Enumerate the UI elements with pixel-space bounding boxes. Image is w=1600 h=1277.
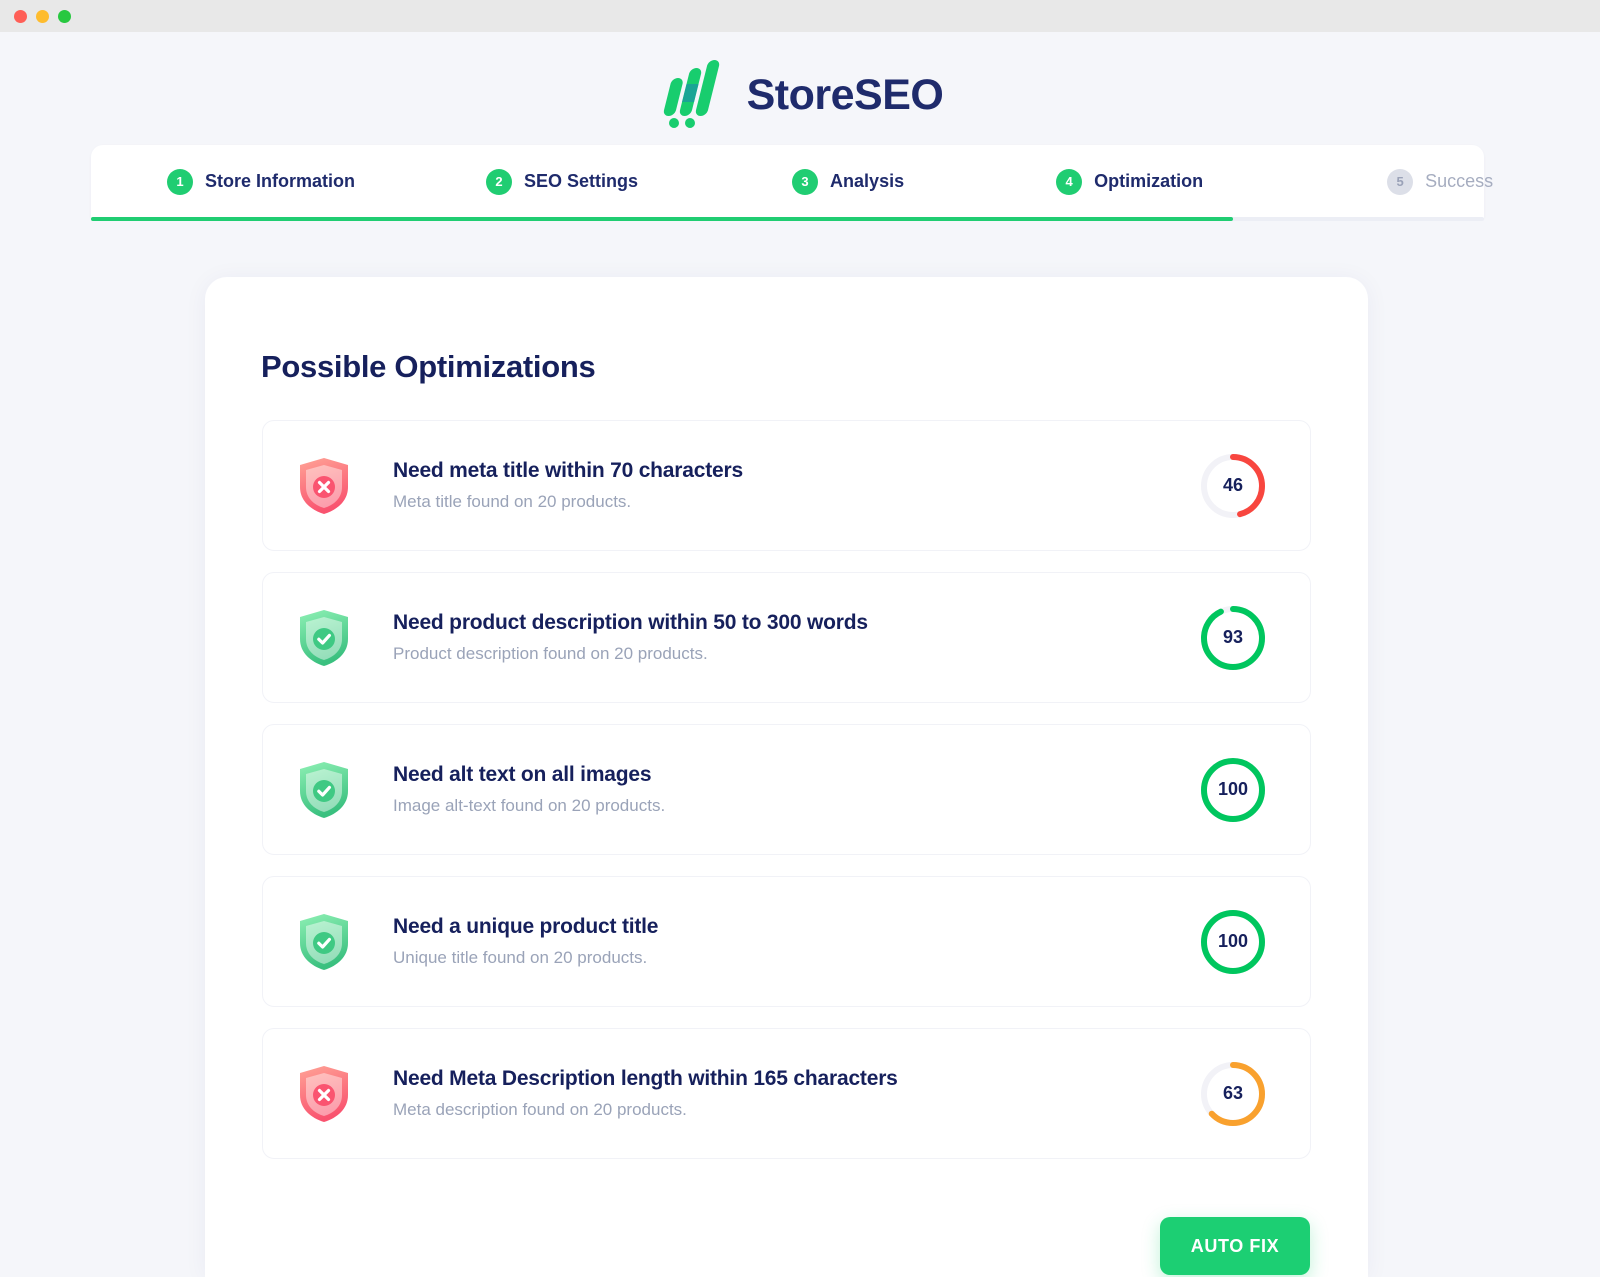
score-value: 100: [1217, 779, 1249, 799]
step-number-badge: 5: [1387, 168, 1414, 195]
shield-error-icon: [298, 1065, 350, 1123]
optimization-subtitle: Meta title found on 20 products.: [393, 492, 632, 511]
close-window-button[interactable]: [14, 9, 27, 23]
score-gauge: 93: [1198, 603, 1268, 673]
optimization-text: Need meta title within 70 characters Met…: [393, 459, 1198, 512]
shield-check-icon: [298, 913, 350, 971]
shield-check-icon: [298, 609, 350, 667]
step-label: Store Information: [205, 171, 356, 191]
score-value: 100: [1217, 931, 1249, 951]
optimization-subtitle: Meta description found on 20 products.: [393, 1100, 687, 1119]
brand-header: StoreSEO: [0, 40, 1600, 150]
optimization-row[interactable]: Need product description within 50 to 30…: [262, 572, 1311, 703]
zoom-window-button[interactable]: [58, 9, 71, 23]
stepper-progress-fill: [91, 217, 1234, 221]
step-success[interactable]: 5 Success: [1387, 168, 1494, 195]
optimization-subtitle: Image alt-text found on 20 products.: [393, 796, 666, 815]
optimization-row[interactable]: Need meta title within 70 characters Met…: [262, 420, 1311, 551]
app-window: StoreSEO 1 Store Information 2 SEO Setti…: [0, 0, 1600, 1277]
step-label: Optimization: [1094, 171, 1204, 191]
score-gauge: 63: [1198, 1059, 1268, 1129]
shield-check-icon: [298, 761, 350, 819]
score-value: 63: [1222, 1083, 1244, 1103]
optimization-subtitle: Unique title found on 20 products.: [393, 948, 648, 967]
optimization-row[interactable]: Need Meta Description length within 165 …: [262, 1028, 1311, 1159]
step-store-information[interactable]: 1 Store Information: [167, 168, 356, 195]
score-gauge: 100: [1198, 755, 1268, 825]
optimization-text: Need product description within 50 to 30…: [393, 611, 1198, 664]
optimization-text: Need alt text on all images Image alt-te…: [393, 763, 1198, 816]
window-titlebar: [0, 0, 1600, 32]
optimization-subtitle: Product description found on 20 products…: [393, 644, 708, 663]
step-label: SEO Settings: [524, 171, 639, 191]
optimizations-list: Need meta title within 70 characters Met…: [262, 420, 1311, 1180]
step-seo-settings[interactable]: 2 SEO Settings: [486, 168, 639, 195]
storeseo-logo-icon: [657, 58, 731, 132]
score-value: 93: [1222, 627, 1244, 647]
step-number-badge: 1: [167, 168, 193, 195]
optimization-title: Need product description within 50 to 30…: [393, 611, 868, 634]
step-number-badge: 4: [1056, 168, 1083, 195]
optimization-text: Need Meta Description length within 165 …: [393, 1067, 1198, 1120]
app-viewport: StoreSEO 1 Store Information 2 SEO Setti…: [0, 32, 1600, 1277]
brand-name: StoreSEO: [746, 70, 944, 119]
optimization-title: Need alt text on all images: [393, 763, 652, 786]
score-value: 46: [1222, 475, 1244, 495]
step-number-badge: 3: [792, 168, 819, 195]
optimizations-card: Possible Optimizations Need meta title w…: [205, 277, 1368, 1277]
optimization-row[interactable]: Need alt text on all images Image alt-te…: [262, 724, 1311, 855]
score-gauge: 46: [1198, 451, 1268, 521]
minimize-window-button[interactable]: [36, 9, 49, 23]
step-number-badge: 2: [486, 168, 513, 195]
optimization-title: Need a unique product title: [393, 915, 659, 938]
score-gauge: 100: [1198, 907, 1268, 977]
auto-fix-button[interactable]: AUTO FIX: [1160, 1217, 1310, 1275]
step-optimization[interactable]: 4 Optimization: [1056, 168, 1204, 195]
optimization-row[interactable]: Need a unique product title Unique title…: [262, 876, 1311, 1007]
optimization-title: Need meta title within 70 characters: [393, 459, 743, 482]
optimization-text: Need a unique product title Unique title…: [393, 915, 1198, 968]
optimization-title: Need Meta Description length within 165 …: [393, 1067, 898, 1090]
shield-error-icon: [298, 457, 350, 515]
step-analysis[interactable]: 3 Analysis: [792, 168, 905, 195]
stepper-progress-track: [91, 217, 1484, 221]
page-title: Possible Optimizations: [261, 349, 596, 384]
step-label: Success: [1425, 171, 1494, 191]
onboarding-stepper: 1 Store Information 2 SEO Settings 3 Ana…: [91, 145, 1493, 218]
step-label: Analysis: [830, 171, 905, 191]
